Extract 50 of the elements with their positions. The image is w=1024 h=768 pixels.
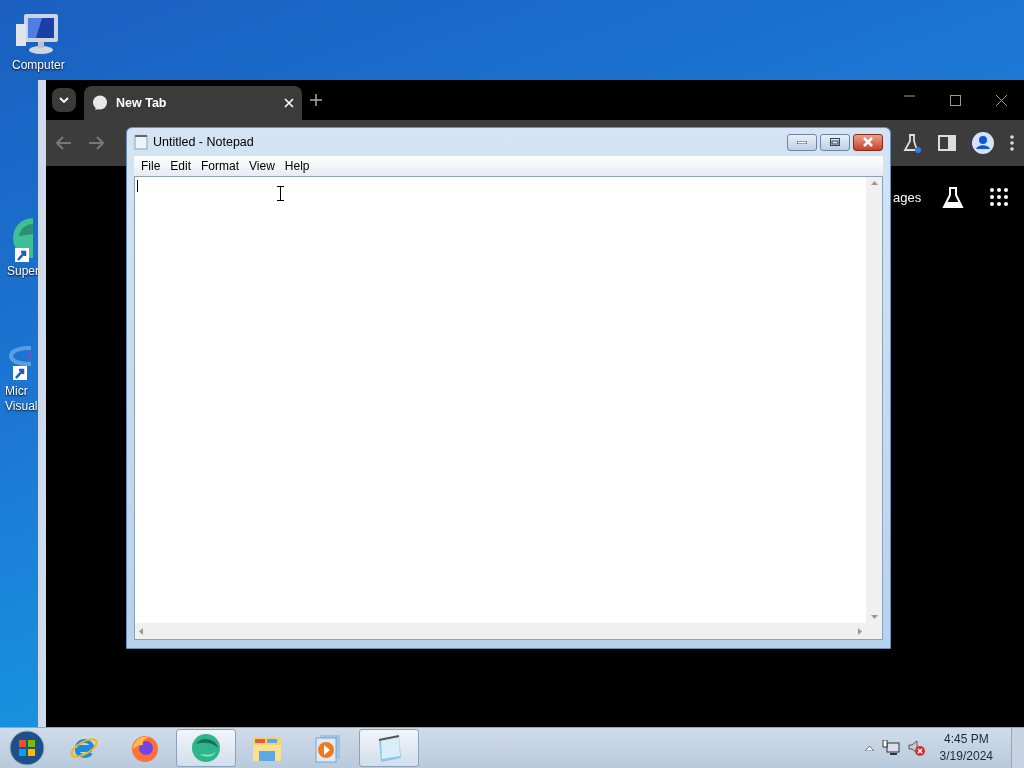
text-cursor-icon <box>277 186 284 201</box>
menu-item[interactable]: Format <box>196 159 245 173</box>
chevron-down-icon <box>59 97 69 103</box>
apps-grid-icon[interactable] <box>990 188 1008 206</box>
clock-time[interactable]: 4:45 PM <box>943 731 989 748</box>
menu-item[interactable]: Help <box>279 159 315 173</box>
tab-search-button[interactable] <box>52 88 76 112</box>
vertical-scrollbar[interactable] <box>866 177 882 623</box>
restore-icon <box>830 138 840 146</box>
scroll-left-icon[interactable] <box>139 627 143 635</box>
new-tab-icon[interactable] <box>310 94 322 106</box>
fox-globe-icon <box>130 733 160 763</box>
minimize-icon[interactable] <box>903 94 915 97</box>
volume-muted-icon[interactable] <box>907 740 926 756</box>
taskbar-button[interactable] <box>359 729 419 767</box>
scroll-down-icon[interactable] <box>870 615 878 619</box>
close-button[interactable] <box>853 133 883 151</box>
close-icon[interactable] <box>995 94 1007 106</box>
forward-arrow-icon[interactable] <box>88 136 104 150</box>
browser-tab[interactable]: New Tab <box>84 86 302 120</box>
taskbar-button[interactable] <box>176 729 236 767</box>
menu-item[interactable]: View <box>244 159 280 173</box>
link-text[interactable]: ages <box>893 190 922 205</box>
scroll-right-icon[interactable] <box>858 627 862 635</box>
back-arrow-icon[interactable] <box>56 136 72 150</box>
media-player-icon <box>314 733 342 763</box>
icon-label[interactable]: Computer <box>12 58 65 73</box>
menu-item[interactable]: File <box>136 159 166 173</box>
minimize-icon <box>797 140 807 144</box>
window-title: Untitled - Notepad <box>153 135 254 149</box>
menu-icon[interactable] <box>1010 135 1014 151</box>
scroll-up-icon[interactable] <box>870 181 878 185</box>
side-panel-icon[interactable] <box>938 135 956 151</box>
sphere-icon <box>190 732 222 764</box>
menu-item[interactable]: Edit <box>165 159 197 173</box>
horizontal-scrollbar[interactable] <box>135 623 866 639</box>
icon-label[interactable]: Micr <box>5 384 28 399</box>
network-icon[interactable] <box>881 740 900 756</box>
close-icon <box>862 137 874 147</box>
start-button[interactable] <box>9 730 45 766</box>
icon-label[interactable]: Visual <box>5 399 38 414</box>
notepad-icon <box>134 134 148 150</box>
flask-icon[interactable] <box>941 186 965 210</box>
maximize-button[interactable] <box>820 133 850 151</box>
icon-label[interactable]: Super <box>7 264 40 279</box>
maximize-icon[interactable] <box>949 94 961 106</box>
profile-icon[interactable] <box>972 132 994 154</box>
flask-icon[interactable] <box>902 133 922 153</box>
clock-date[interactable]: 3/19/2024 <box>939 748 993 765</box>
show-hidden-icon[interactable] <box>864 745 874 751</box>
